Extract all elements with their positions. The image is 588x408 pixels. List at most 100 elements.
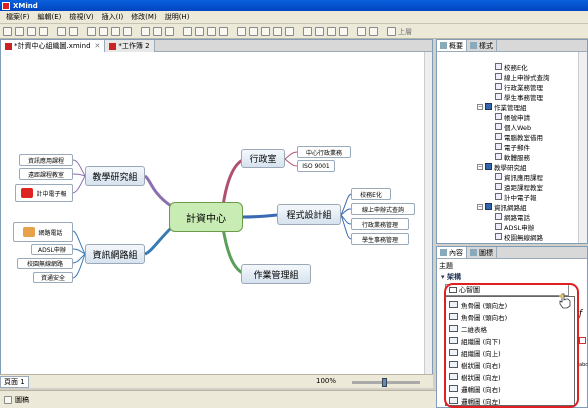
open-file-icon[interactable] [15,27,24,36]
redo-icon[interactable] [69,27,78,36]
topic-office[interactable]: 行政室 [241,149,285,168]
outline-topic-row[interactable]: 學生事務管理 [495,92,543,102]
structure-option[interactable]: 樹狀圖 (向右) [446,359,574,370]
topic-network[interactable]: 資訊網路組 [85,244,145,264]
floating-topic-icon[interactable] [165,27,174,36]
tab-styles[interactable]: 樣式 [467,40,497,51]
mindmap-canvas[interactable]: 計資中心 行政室 中心行政業務 ISO 9001 程式設計組 校務E化 線上申辦… [1,52,432,374]
note-icon[interactable] [285,27,294,36]
menu-insert[interactable]: 插入(I) [98,12,128,22]
subtopic-icon[interactable] [153,27,162,36]
structure-option[interactable]: 組織圖 (向下) [446,335,574,346]
subtopic-voip[interactable]: 網路電話 [13,222,73,242]
subtopic-security[interactable]: 資通安全 [33,272,73,283]
subtopic-online-query[interactable]: 線上申辦式查詢 [351,203,415,215]
outline-topic-row[interactable]: ADSL申辦 [495,222,534,232]
undo-icon[interactable] [57,27,66,36]
marker-icon[interactable] [237,27,246,36]
callout-icon[interactable] [219,27,228,36]
up-level-button[interactable]: 上層 [398,27,412,37]
subtopic-campus-e[interactable]: 校務E化 [351,188,391,200]
subtopic-admin-mgmt[interactable]: 行政業務管理 [351,218,409,230]
subtopic-distance-class[interactable]: 遠距課程教室 [19,168,73,180]
structure-option[interactable]: 邏輯圖 (向右) [446,383,574,394]
subtopic-student-affairs[interactable]: 學生事務管理 [351,233,409,245]
paste-icon[interactable] [111,27,120,36]
outline-topic-row[interactable]: 線上申辦式查詢 [495,72,550,82]
outline-group-row[interactable]: − 作業管理組 [477,102,527,112]
hyperlink-icon[interactable] [261,27,270,36]
new-file-icon[interactable] [3,27,12,36]
subtopic-office-admin[interactable]: 中心行政業務 [297,146,351,158]
relationship-icon[interactable] [183,27,192,36]
outline-group-row[interactable]: − 教學研究組 [477,162,527,172]
save-all-icon[interactable] [39,27,48,36]
delete-icon[interactable] [123,27,132,36]
zoom-in-icon[interactable] [303,27,312,36]
structure-section-header[interactable]: ▾ 架構 [441,272,461,282]
collapse-icon[interactable]: − [477,163,483,170]
structure-option[interactable]: 組織圖 (向上) [446,347,574,358]
actual-size-icon[interactable] [339,27,348,36]
outline-group-row[interactable]: − 資訊網路組 [477,202,527,212]
outline-topic-row[interactable]: 計中電子報 [495,192,537,202]
canvas-vertical-scrollbar[interactable] [424,52,432,374]
outline-topic-row[interactable]: 遠距課程教室 [495,182,543,192]
outline-topic-row[interactable]: 網路電話 [495,212,530,222]
up-arrow-icon[interactable] [387,27,396,36]
menu-file[interactable]: 檔案(F) [2,12,34,22]
tab-outline[interactable]: 概要 [437,40,467,51]
save-icon[interactable] [27,27,36,36]
fill-color-icon[interactable] [579,337,586,344]
topic-icon[interactable] [141,27,150,36]
zoom-slider[interactable] [352,378,420,387]
outline-topic-row[interactable]: 軟體服務 [495,152,530,162]
copy-icon[interactable] [99,27,108,36]
topic-programming[interactable]: 程式設計組 [277,204,341,225]
central-topic[interactable]: 計資中心 [169,202,243,232]
tab-workbook-2[interactable]: *工作簿 2 [105,40,155,52]
structure-option[interactable]: 魚骨圖 (頭向左) [446,299,574,310]
font-style-icon[interactable]: ƒ [579,309,582,319]
outline-topic-row[interactable]: 校園無線網路 [495,232,543,242]
subtopic-newsletter[interactable]: 計中電子報 [15,184,73,202]
structure-option[interactable]: 魚骨圖 (頭向右) [446,311,574,322]
outline-topic-row[interactable]: 校務E化 [495,62,528,72]
subtopic-adsl[interactable]: ADSL申辦 [31,244,73,255]
topic-research[interactable]: 教學研究組 [85,166,145,186]
cut-icon[interactable] [87,27,96,36]
menu-help[interactable]: 說明(H) [161,12,194,22]
collapse-icon[interactable]: − [477,103,483,110]
menu-view[interactable]: 檢視(V) [65,12,97,22]
image-icon[interactable] [249,27,258,36]
structure-option[interactable]: 邏輯圖 (向左) [446,395,574,406]
outline-topic-row[interactable]: 資訊應用課程 [495,172,543,182]
tab-properties[interactable]: 內容 [437,247,467,258]
tab-icons[interactable]: 圖標 [467,247,497,258]
structure-option[interactable]: 二維表格 [446,323,574,334]
boundary-icon[interactable] [195,27,204,36]
outline-topic-row[interactable]: 行政業務管理 [495,82,543,92]
text-color-icon[interactable]: abc [579,362,588,368]
structure-select[interactable]: 心智圖 [445,284,569,296]
drill-down-icon[interactable] [357,27,366,36]
drill-up-icon[interactable] [369,27,378,36]
outline-topic-row[interactable]: 個人Web [495,122,531,132]
topic-operations[interactable]: 作業管理組 [241,264,311,284]
attachment-icon[interactable] [273,27,282,36]
subtopic-wireless[interactable]: 校園無線網路 [17,258,73,269]
outline-topic-row[interactable]: 電腦教室借用 [495,132,543,142]
menu-modify[interactable]: 修改(M) [127,12,161,22]
fit-icon[interactable] [327,27,336,36]
sheet-tab[interactable]: 頁面 1 [0,376,29,388]
outline-scrollbar[interactable] [578,52,587,243]
zoom-out-icon[interactable] [315,27,324,36]
tab-org-chart[interactable]: *計資中心組織圖.xmind ✕ [1,40,106,52]
structure-option[interactable]: 樹狀圖 (向左) [446,371,574,382]
close-icon[interactable]: ✕ [95,42,101,50]
bottom-panel-label[interactable]: 圖稿 [15,395,29,405]
subtopic-iso9001[interactable]: ISO 9001 [297,160,335,172]
subtopic-it-courses[interactable]: 資訊應用課程 [19,154,73,166]
zoom-slider-knob[interactable] [382,378,387,387]
outline-topic-row[interactable]: 帳號申請 [495,112,530,122]
